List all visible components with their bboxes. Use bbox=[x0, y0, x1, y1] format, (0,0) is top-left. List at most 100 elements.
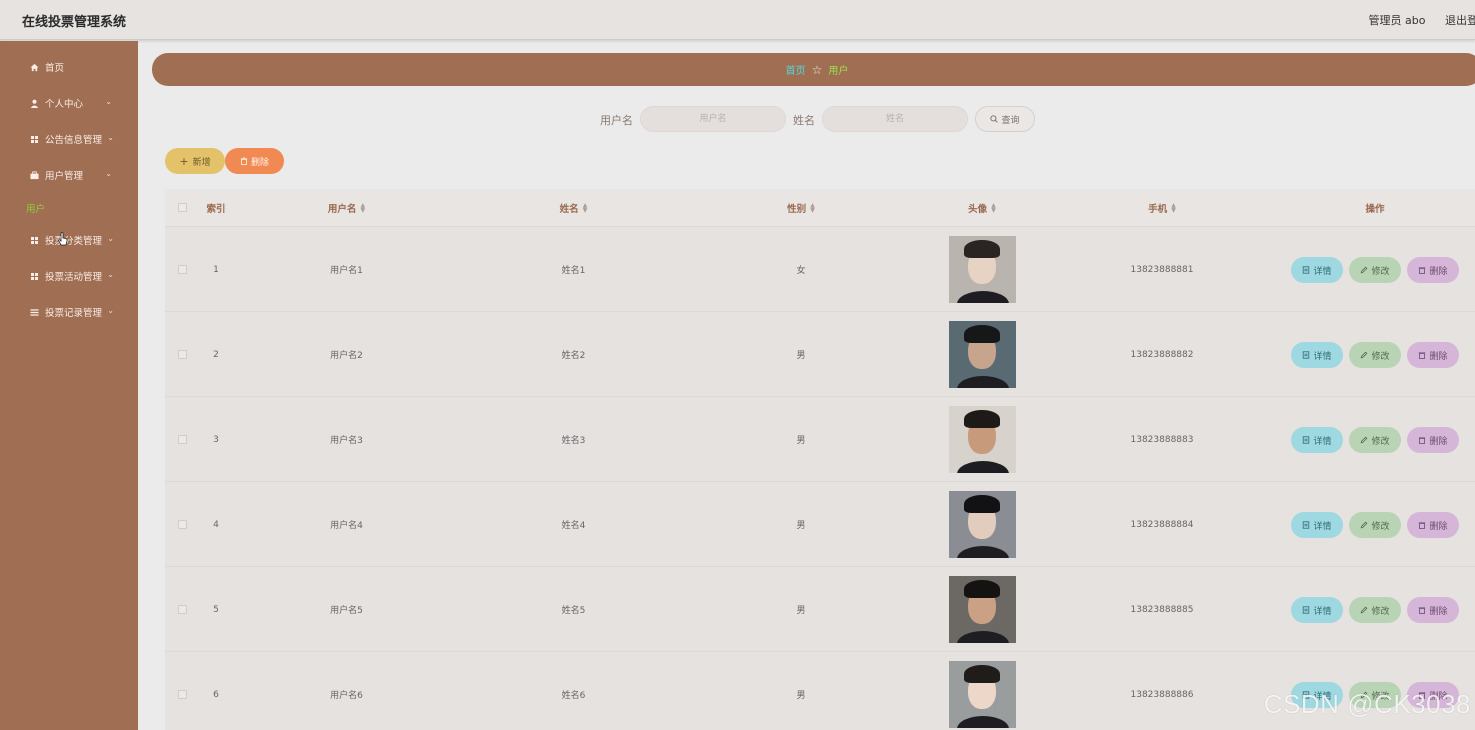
detail-button[interactable]: 详情 bbox=[1291, 682, 1343, 708]
detail-button-label: 详情 bbox=[1313, 351, 1332, 362]
header-gender[interactable]: 性别 ▲ ▼ bbox=[687, 189, 915, 226]
edit-button[interactable]: 修改 bbox=[1349, 257, 1401, 283]
remove-button-label: 删除 bbox=[1429, 606, 1448, 617]
remove-button[interactable]: 删除 bbox=[1407, 342, 1459, 368]
sidebar-item-label: 投票记录管理 bbox=[45, 308, 103, 319]
sidebar-item-vote-activity-management[interactable]: 投票活动管理 ⌄ bbox=[0, 266, 138, 286]
sort-icon: ▲ ▼ bbox=[582, 201, 588, 214]
sidebar-item-label: 投票活动管理 bbox=[45, 272, 103, 283]
detail-button[interactable]: 详情 bbox=[1291, 597, 1343, 623]
cell-operation: 详情 修改 删除 bbox=[1275, 482, 1475, 567]
remove-button[interactable]: 删除 bbox=[1407, 427, 1459, 453]
cell-name: 姓名3 bbox=[561, 436, 586, 446]
cell-operation: 详情 修改 删除 bbox=[1275, 312, 1475, 397]
cell-phone: 13823888885 bbox=[1130, 604, 1194, 615]
edit-button[interactable]: 修改 bbox=[1349, 342, 1401, 368]
add-button[interactable]: + 新增 bbox=[165, 148, 225, 174]
sidebar-item-label: 公告信息管理 bbox=[45, 135, 103, 146]
table-row: 2 用户名2 姓名2 男 13823888882 详情 修改 删除 bbox=[165, 311, 1475, 396]
cell-index: 2 bbox=[213, 349, 219, 360]
chevron-down-icon: ⌄ bbox=[105, 169, 112, 178]
edit-button[interactable]: 修改 bbox=[1349, 597, 1401, 623]
row-checkbox[interactable] bbox=[165, 567, 199, 652]
sidebar: 首页 个人中心 ⌄ 公告信息管理 ⌄ 用户管理 ⌄ 用户 投票分类管理 ⌄ 投票… bbox=[0, 41, 138, 730]
row-checkbox[interactable] bbox=[165, 312, 199, 397]
select-all-checkbox[interactable] bbox=[165, 189, 199, 226]
detail-button[interactable]: 详情 bbox=[1291, 257, 1343, 283]
header-avatar[interactable]: 头像 ▲ ▼ bbox=[915, 189, 1049, 226]
sidebar-item-label: 投票分类管理 bbox=[45, 236, 103, 247]
header-user-area: 管理员 abo 退出登录 bbox=[1369, 12, 1475, 28]
cell-username: 用户名3 bbox=[330, 436, 363, 446]
bulk-delete-button[interactable]: 删除 bbox=[225, 148, 284, 174]
header-index: 索引 bbox=[206, 203, 226, 215]
hand-cursor-icon bbox=[58, 232, 68, 246]
avatar[interactable] bbox=[948, 576, 1016, 643]
breadcrumb-home[interactable]: 首页 bbox=[786, 62, 806, 77]
sidebar-item-home[interactable]: 首页 bbox=[0, 57, 138, 77]
trash-icon bbox=[1419, 692, 1426, 699]
header-name[interactable]: 姓名 ▲ ▼ bbox=[460, 189, 687, 226]
sidebar-item-user-management[interactable]: 用户管理 ⌄ bbox=[0, 165, 138, 185]
detail-button[interactable]: 详情 bbox=[1291, 342, 1343, 368]
detail-button-label: 详情 bbox=[1313, 521, 1332, 532]
detail-button-label: 详情 bbox=[1313, 691, 1332, 702]
chevron-down-icon: ⌄ bbox=[107, 270, 114, 279]
breadcrumb-current: 用户 bbox=[828, 66, 849, 77]
row-checkbox[interactable] bbox=[165, 482, 199, 567]
detail-button[interactable]: 详情 bbox=[1291, 512, 1343, 538]
avatar[interactable] bbox=[948, 406, 1016, 473]
cell-avatar bbox=[915, 652, 1049, 730]
edit-button[interactable]: 修改 bbox=[1349, 427, 1401, 453]
remove-button-label: 删除 bbox=[1429, 436, 1448, 447]
cell-gender: 女 bbox=[796, 266, 806, 276]
edit-button[interactable]: 修改 bbox=[1349, 682, 1401, 708]
chevron-down-icon: ⌄ bbox=[107, 133, 114, 142]
cell-name: 姓名4 bbox=[561, 521, 586, 531]
pencil-icon bbox=[1361, 521, 1368, 529]
sidebar-subitem-user[interactable]: 用户 bbox=[26, 201, 45, 215]
document-icon bbox=[1303, 521, 1310, 529]
username-search-input[interactable] bbox=[640, 106, 786, 132]
cell-avatar bbox=[915, 397, 1049, 482]
sidebar-item-vote-category-management[interactable]: 投票分类管理 ⌄ bbox=[0, 230, 138, 250]
cell-index: 5 bbox=[213, 604, 219, 615]
app-title: 在线投票管理系统 bbox=[22, 15, 127, 30]
row-checkbox[interactable] bbox=[165, 652, 199, 730]
row-checkbox[interactable] bbox=[165, 227, 199, 312]
plus-icon: + bbox=[179, 154, 189, 168]
cell-username: 用户名4 bbox=[330, 521, 363, 531]
avatar[interactable] bbox=[948, 321, 1016, 388]
logout-link[interactable]: 退出登录 bbox=[1445, 14, 1475, 27]
remove-button[interactable]: 删除 bbox=[1407, 512, 1459, 538]
cell-avatar bbox=[915, 567, 1049, 652]
sidebar-item-vote-record-management[interactable]: 投票记录管理 ⌄ bbox=[0, 302, 138, 322]
query-button[interactable]: 查询 bbox=[975, 106, 1035, 132]
name-search-input[interactable] bbox=[822, 106, 968, 132]
header-phone[interactable]: 手机 ▲ ▼ bbox=[1049, 189, 1275, 226]
current-user-label: 管理员 abo bbox=[1368, 14, 1426, 27]
avatar[interactable] bbox=[948, 491, 1016, 558]
remove-button[interactable]: 删除 bbox=[1407, 597, 1459, 623]
detail-button-label: 详情 bbox=[1313, 266, 1332, 277]
avatar[interactable] bbox=[948, 661, 1016, 728]
edit-button-label: 修改 bbox=[1371, 606, 1390, 617]
edit-button-label: 修改 bbox=[1371, 436, 1390, 447]
row-checkbox[interactable] bbox=[165, 397, 199, 482]
edit-button-label: 修改 bbox=[1371, 521, 1390, 532]
sidebar-item-notice-management[interactable]: 公告信息管理 ⌄ bbox=[0, 129, 138, 149]
sidebar-item-personal-center[interactable]: 个人中心 ⌄ bbox=[0, 93, 138, 113]
remove-button-label: 删除 bbox=[1429, 691, 1448, 702]
table-header: 索引 用户名 ▲ ▼ 姓名 ▲ ▼ 性别 ▲ ▼ 头像 ▲ ▼ 手机 ▲ ▼ 操作 bbox=[165, 189, 1475, 226]
user-table: 索引 用户名 ▲ ▼ 姓名 ▲ ▼ 性别 ▲ ▼ 头像 ▲ ▼ 手机 ▲ ▼ 操作 1 用户名1 姓… bbox=[165, 189, 1475, 730]
detail-button-label: 详情 bbox=[1313, 606, 1332, 617]
avatar[interactable] bbox=[948, 236, 1016, 303]
grid-icon bbox=[29, 135, 39, 143]
remove-button[interactable]: 删除 bbox=[1407, 257, 1459, 283]
sort-icon: ▲ ▼ bbox=[360, 201, 366, 214]
header-username[interactable]: 用户名 ▲ ▼ bbox=[233, 189, 460, 226]
edit-button[interactable]: 修改 bbox=[1349, 512, 1401, 538]
cell-name: 姓名5 bbox=[561, 606, 586, 616]
detail-button[interactable]: 详情 bbox=[1291, 427, 1343, 453]
remove-button[interactable]: 删除 bbox=[1407, 682, 1459, 708]
